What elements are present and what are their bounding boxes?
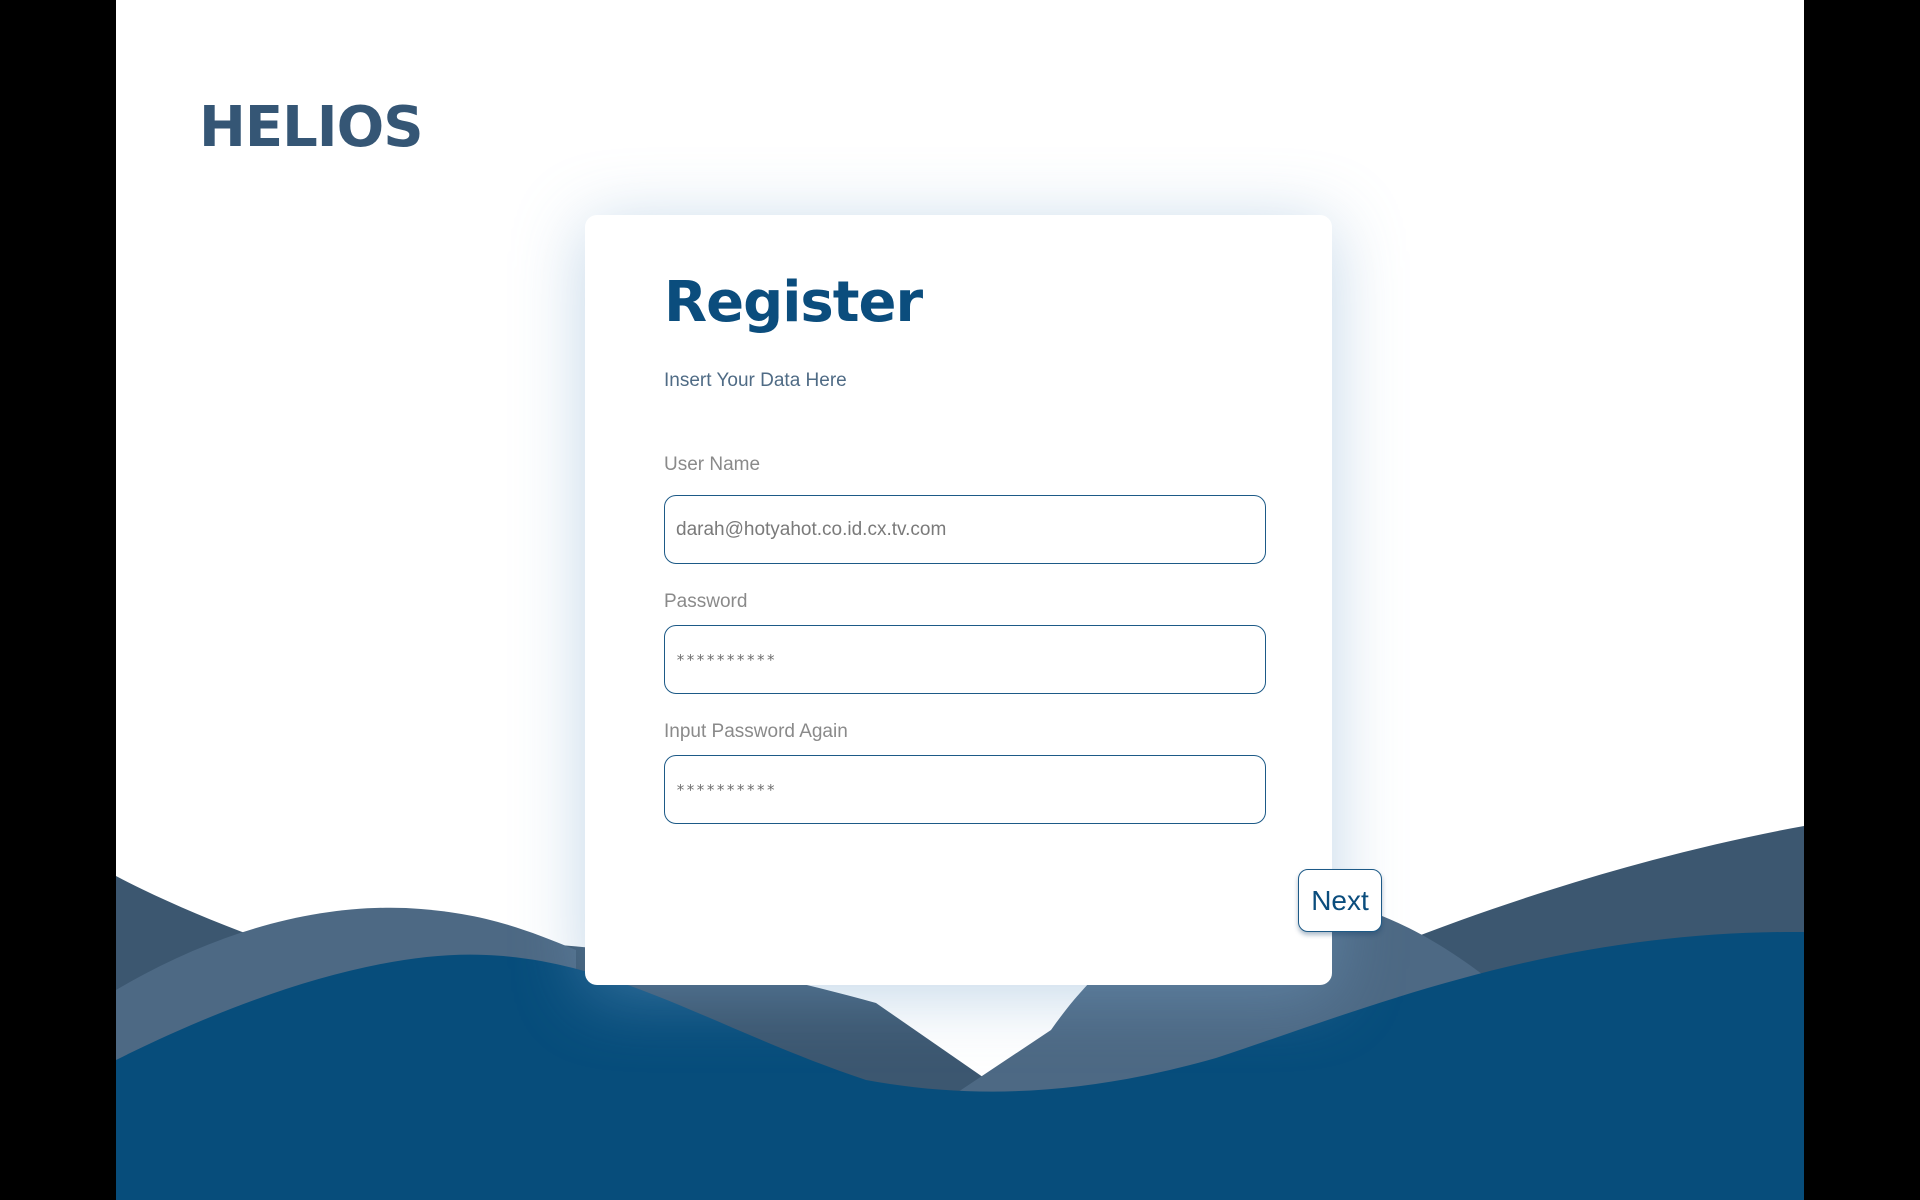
username-label: User Name — [664, 454, 761, 475]
confirm-password-input[interactable] — [664, 755, 1266, 824]
register-card: Register Insert Your Data Here User Name… — [585, 215, 1382, 985]
register-title: Register — [664, 270, 923, 335]
username-input[interactable] — [664, 495, 1266, 564]
app-viewport: HELIOS Register Insert Your Data Here Us… — [116, 0, 1804, 1200]
password-input[interactable] — [664, 625, 1266, 694]
password-label: Password — [664, 591, 748, 612]
confirm-password-label: Input Password Again — [664, 721, 848, 742]
app-logo: HELIOS — [199, 95, 424, 160]
next-button[interactable]: Next — [1298, 869, 1382, 932]
register-subtitle: Insert Your Data Here — [664, 370, 847, 391]
